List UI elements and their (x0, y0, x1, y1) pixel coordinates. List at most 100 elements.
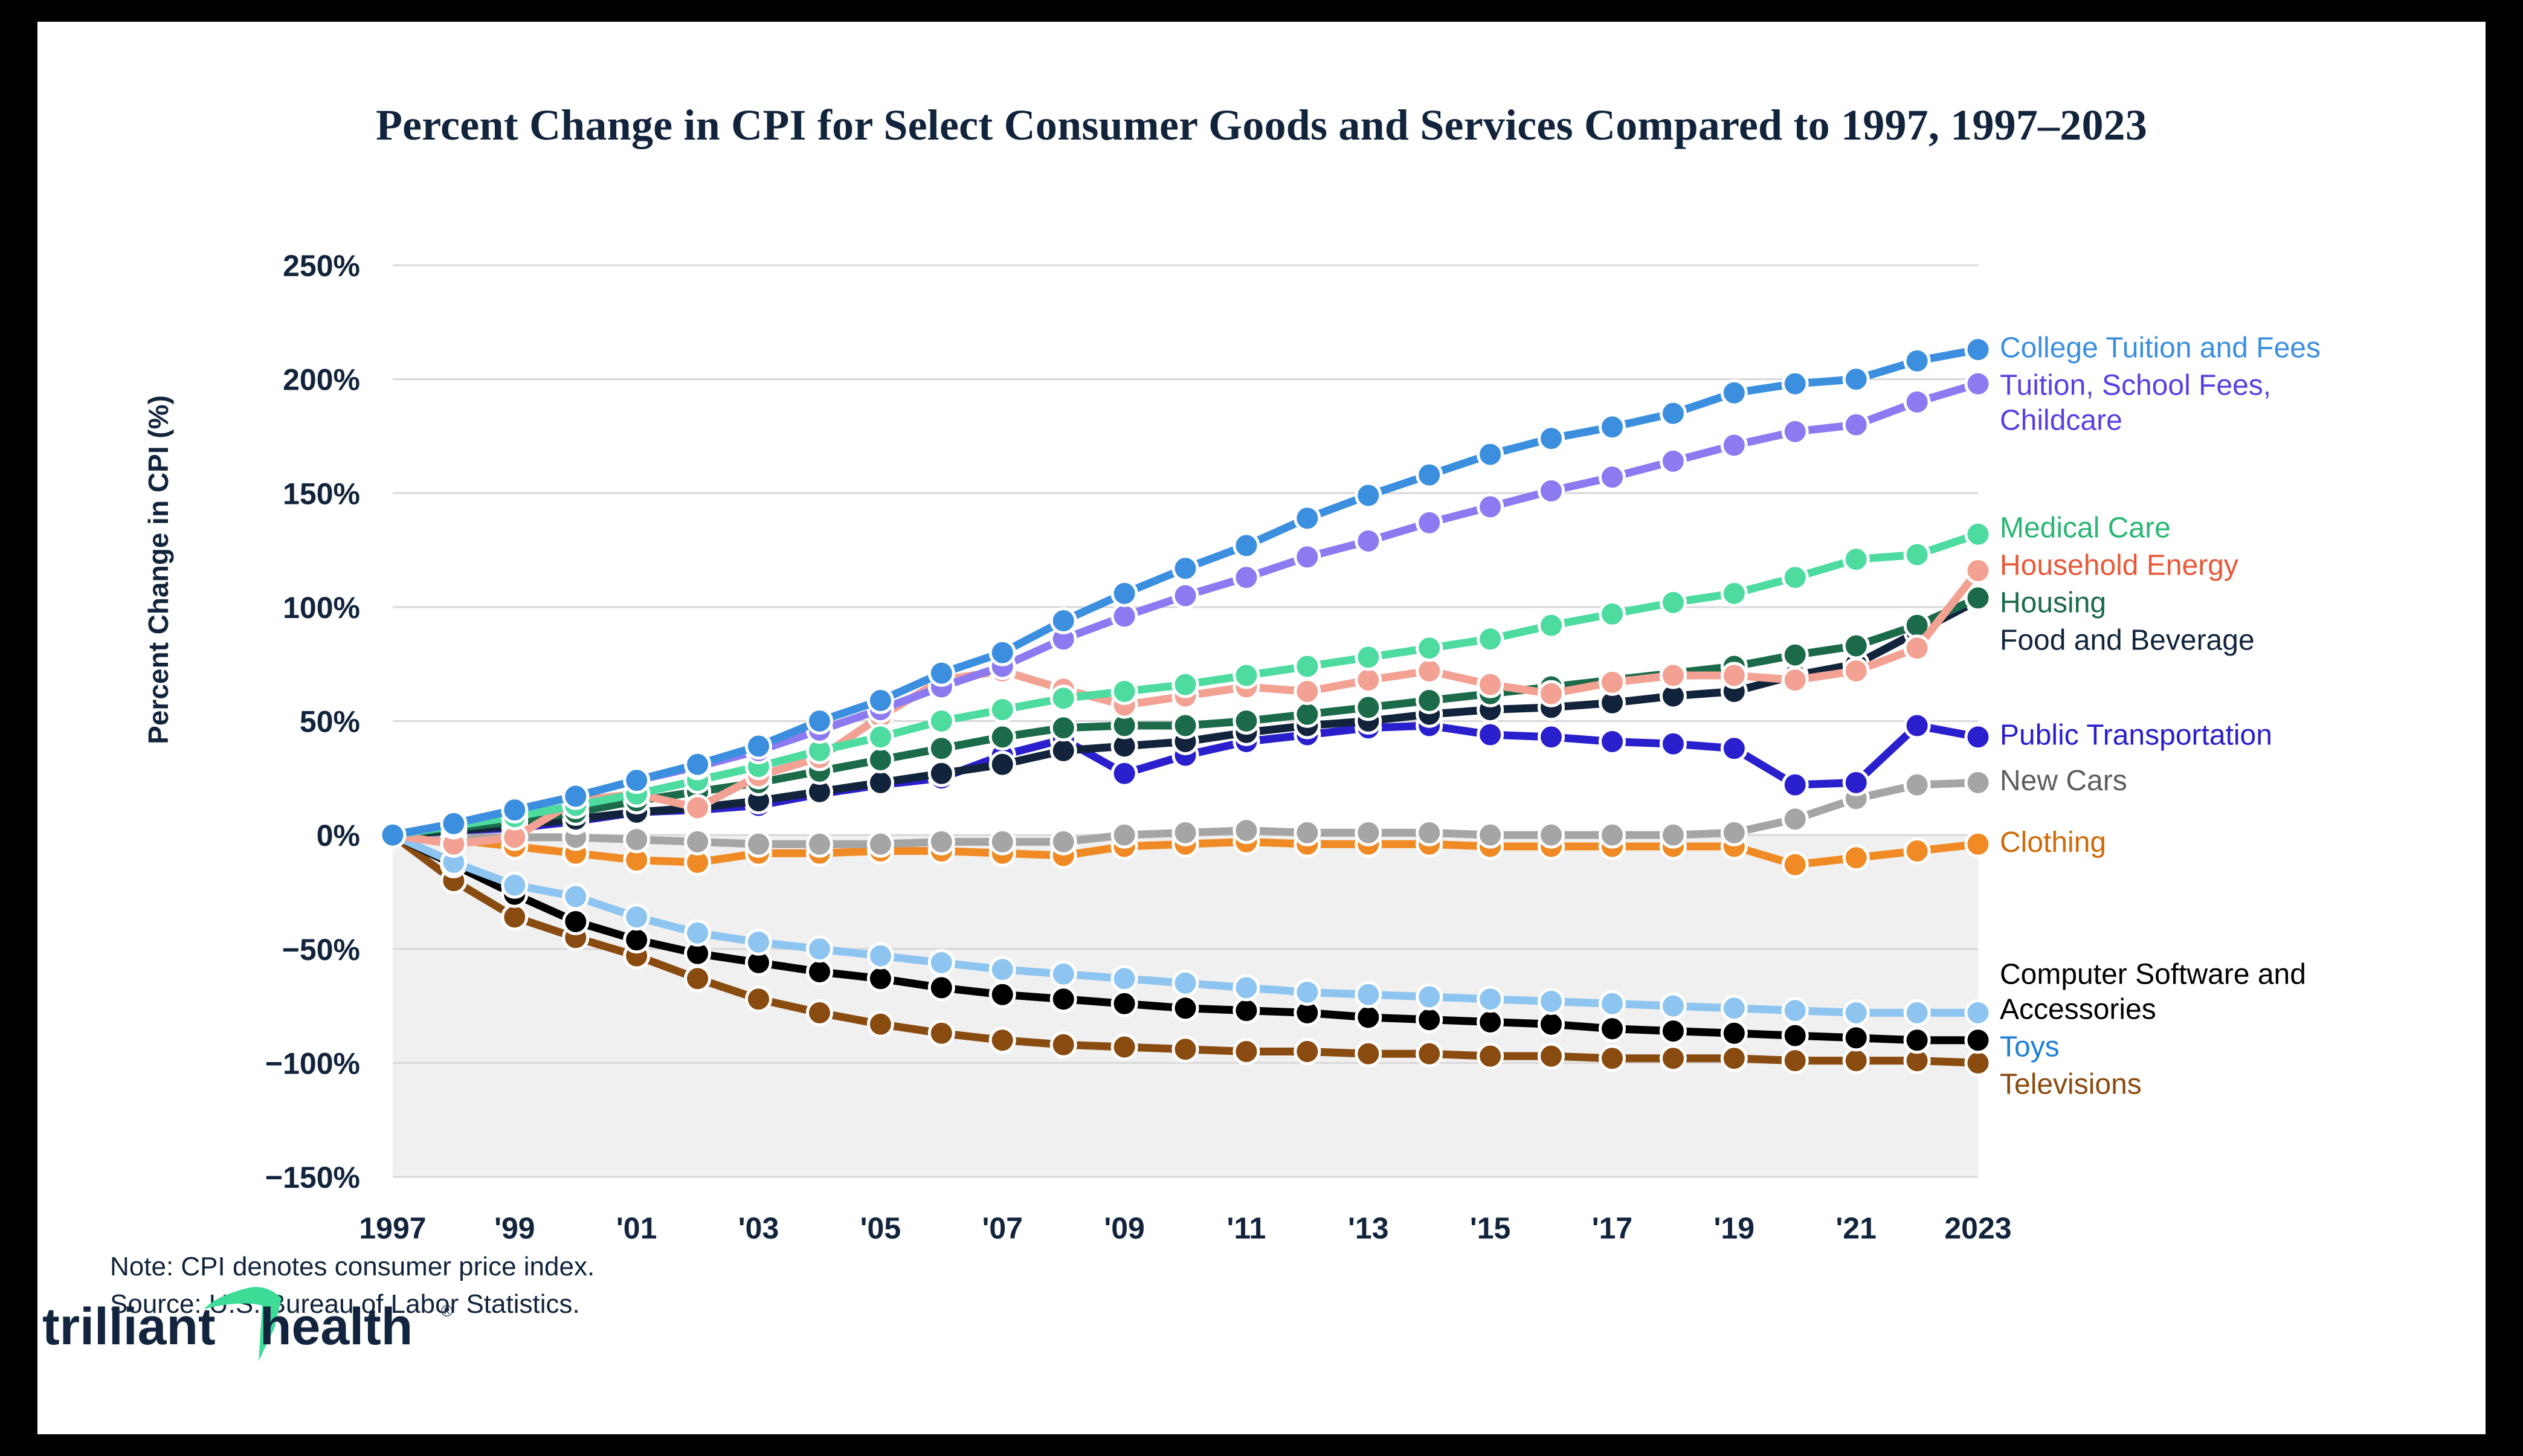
plot-area: Percent Change in CPI (%) 250% 200% 150% 10… (37, 22, 2486, 1434)
data-point-marker (1538, 425, 1565, 453)
data-point-marker (1964, 557, 1992, 584)
x-axis-tick-label: '03 (738, 1211, 779, 1245)
data-point-marker (1110, 821, 1138, 849)
legend-label: College Tuition and Fees (2000, 332, 2321, 364)
y-axis-tick-label: −150% (265, 1161, 360, 1194)
data-point-marker (1294, 819, 1321, 846)
data-point-marker (1964, 830, 1992, 858)
trilliant-health-logo: trilliant health ® (42, 1287, 453, 1361)
data-point-marker (684, 750, 712, 778)
data-point-marker (1659, 992, 1687, 1020)
x-axis-tick-label: '99 (494, 1211, 535, 1245)
data-point-marker (1477, 1042, 1504, 1070)
data-point-marker (1842, 1024, 1870, 1052)
data-point-marker (1781, 641, 1809, 669)
data-point-marker (1599, 728, 1626, 755)
data-point-marker (1659, 1017, 1687, 1045)
data-point-marker (1781, 564, 1809, 591)
data-point-marker (1477, 721, 1504, 749)
data-point-marker (1110, 678, 1138, 705)
data-point-marker (927, 1019, 955, 1047)
data-point-marker (1477, 985, 1504, 1013)
data-point-marker (1538, 611, 1565, 639)
data-point-marker (1355, 1040, 1382, 1068)
data-point-marker (1232, 1038, 1260, 1065)
x-axis-tick-label: 2023 (1944, 1211, 2011, 1245)
data-point-marker (1659, 730, 1687, 758)
y-axis-tick-label: 0% (317, 819, 360, 852)
legend-item-toys[interactable]: Toys (2000, 1031, 2060, 1063)
data-point-marker (1720, 735, 1748, 762)
data-point-marker (745, 830, 772, 858)
legend-item-tuition-school-fees[interactable]: Tuition, School Fees,Childcare (2000, 369, 2271, 436)
legend-label: Household Energy (2000, 549, 2238, 581)
data-point-marker (745, 732, 772, 760)
legend-item-new-cars[interactable]: New Cars (2000, 765, 2127, 797)
data-point-marker (1903, 837, 1931, 865)
x-axis-tick-label: '17 (1592, 1211, 1633, 1245)
data-point-marker (1720, 579, 1748, 607)
data-point-marker (1171, 969, 1199, 997)
legend-item-public-transportation[interactable]: Public Transportation (2000, 720, 2272, 752)
data-point-marker (1964, 1026, 1992, 1054)
data-point-marker (1294, 652, 1321, 680)
data-point-marker (1538, 1042, 1565, 1070)
data-point-marker (1294, 678, 1321, 705)
data-point-marker (1110, 965, 1138, 993)
data-point-marker (1781, 417, 1809, 445)
data-point-marker (1110, 1033, 1138, 1061)
data-point-marker (1842, 366, 1870, 393)
legend-item-college-tuition-and-fees[interactable]: College Tuition and Fees (2000, 332, 2321, 364)
data-point-marker (1171, 555, 1199, 582)
data-point-marker (1477, 440, 1504, 468)
legend-item-housing[interactable]: Housing (2000, 587, 2106, 619)
data-point-marker (866, 965, 894, 993)
data-point-marker (1416, 657, 1443, 685)
y-axis-tick-label: 100% (283, 591, 360, 625)
data-point-marker (1477, 1008, 1504, 1036)
data-point-marker (1049, 1031, 1077, 1058)
series-tuition-school-fees-childcare (379, 370, 1992, 849)
data-point-marker (1232, 997, 1260, 1025)
x-axis-tick-label: '13 (1348, 1211, 1389, 1245)
logo-word-1: trilliant (42, 1298, 216, 1356)
data-point-marker (1110, 759, 1138, 787)
legend-label: Computer Software and (2000, 959, 2306, 991)
data-point-marker (1903, 771, 1931, 799)
data-point-marker (927, 735, 955, 762)
data-point-marker (1842, 657, 1870, 685)
data-point-marker (1659, 1045, 1687, 1072)
data-point-marker (1781, 851, 1809, 878)
x-axis-tick-label: '19 (1714, 1211, 1755, 1245)
data-point-marker (988, 723, 1016, 751)
data-point-marker (1232, 532, 1260, 559)
data-point-marker (1294, 978, 1321, 1006)
data-point-marker (1416, 1040, 1443, 1068)
legend-item-computer-software-and[interactable]: Computer Software andAccessories (2000, 959, 2306, 1026)
data-point-marker (1416, 1006, 1443, 1034)
data-point-marker (1659, 588, 1687, 616)
data-point-marker (1903, 541, 1931, 569)
data-point-marker (1599, 668, 1626, 696)
data-point-marker (1232, 817, 1260, 845)
legend-item-medical-care[interactable]: Medical Care (2000, 512, 2171, 544)
data-point-marker (562, 883, 590, 910)
data-point-marker (1599, 1045, 1626, 1072)
legend-item-televisions[interactable]: Televisions (2000, 1069, 2142, 1101)
legend-label: New Cars (2000, 765, 2127, 797)
data-point-marker (1049, 714, 1077, 742)
data-point-marker (1294, 700, 1321, 728)
data-point-marker (1538, 477, 1565, 504)
data-point-marker (988, 639, 1016, 666)
x-axis-tick-label: '11 (1227, 1211, 1266, 1245)
data-point-marker (927, 707, 955, 735)
legend-item-food-and-beverage[interactable]: Food and Beverage (2000, 624, 2255, 656)
data-point-marker (1964, 1049, 1992, 1077)
data-point-marker (1659, 399, 1687, 427)
legend-item-household-energy[interactable]: Household Energy (2000, 549, 2238, 581)
legend-item-clothing[interactable]: Clothing (2000, 826, 2106, 858)
data-point-marker (1171, 1036, 1199, 1063)
data-point-marker (562, 908, 590, 935)
data-point-marker (806, 999, 833, 1026)
data-point-marker (1477, 671, 1504, 698)
